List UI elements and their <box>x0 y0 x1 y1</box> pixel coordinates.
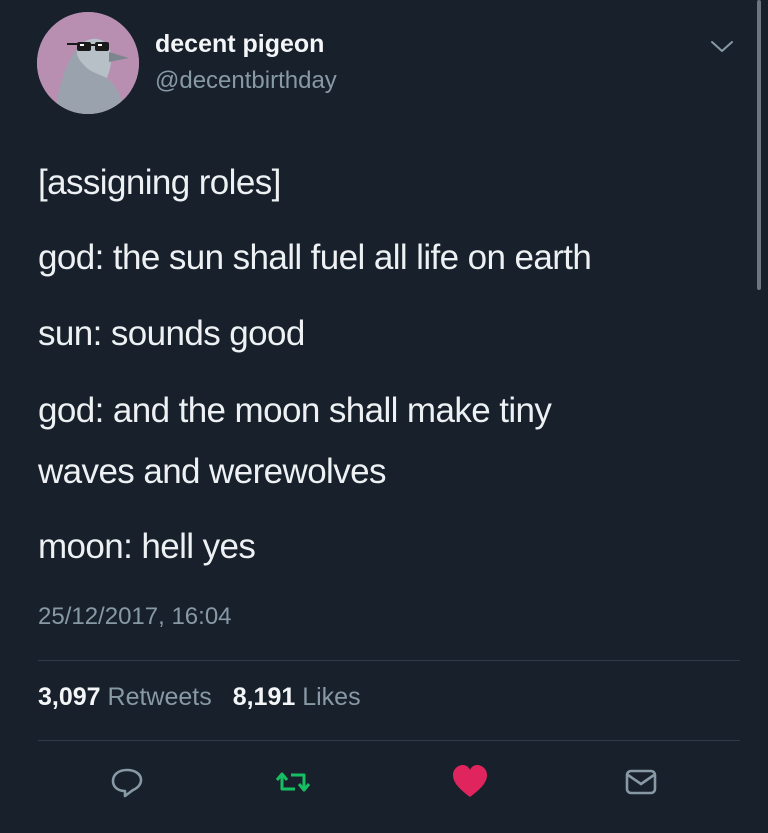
retweets-count[interactable]: 3,097 <box>38 683 101 711</box>
likes-count[interactable]: 8,191 <box>233 683 296 711</box>
reply-button[interactable] <box>107 762 147 802</box>
chevron-down-icon[interactable] <box>708 34 736 58</box>
reply-icon <box>111 768 143 798</box>
tweet-text-line: sun: sounds good <box>38 314 305 353</box>
tweet-card: decent pigeon @decentbirthday [assigning… <box>0 0 768 833</box>
user-handle[interactable]: @decentbirthday <box>155 67 337 95</box>
avatar[interactable] <box>37 12 139 114</box>
mail-icon <box>625 769 657 795</box>
tweet-text-line: [assigning roles] <box>38 163 281 202</box>
scrollbar[interactable] <box>757 0 761 290</box>
tweet-text-line: waves and werewolves <box>38 452 387 491</box>
message-button[interactable] <box>621 762 661 802</box>
like-button[interactable] <box>450 762 490 802</box>
likes-label[interactable]: Likes <box>302 683 360 711</box>
pigeon-avatar-image <box>37 12 139 114</box>
tweet-timestamp[interactable]: 25/12/2017, 16:04 <box>38 603 232 631</box>
tweet-text-line: god: and the moon shall make tiny <box>38 391 552 430</box>
engagement-stats: 3,097 Retweets 8,191 Likes <box>38 683 375 712</box>
retweets-label[interactable]: Retweets <box>108 683 212 711</box>
retweet-button[interactable] <box>273 762 313 802</box>
divider <box>38 740 740 741</box>
tweet-text-line: god: the sun shall fuel all life on eart… <box>38 238 592 277</box>
heart-icon <box>453 765 487 797</box>
divider <box>38 660 740 661</box>
retweet-icon <box>275 772 311 792</box>
display-name[interactable]: decent pigeon <box>155 30 324 59</box>
tweet-text-line: moon: hell yes <box>38 527 256 566</box>
